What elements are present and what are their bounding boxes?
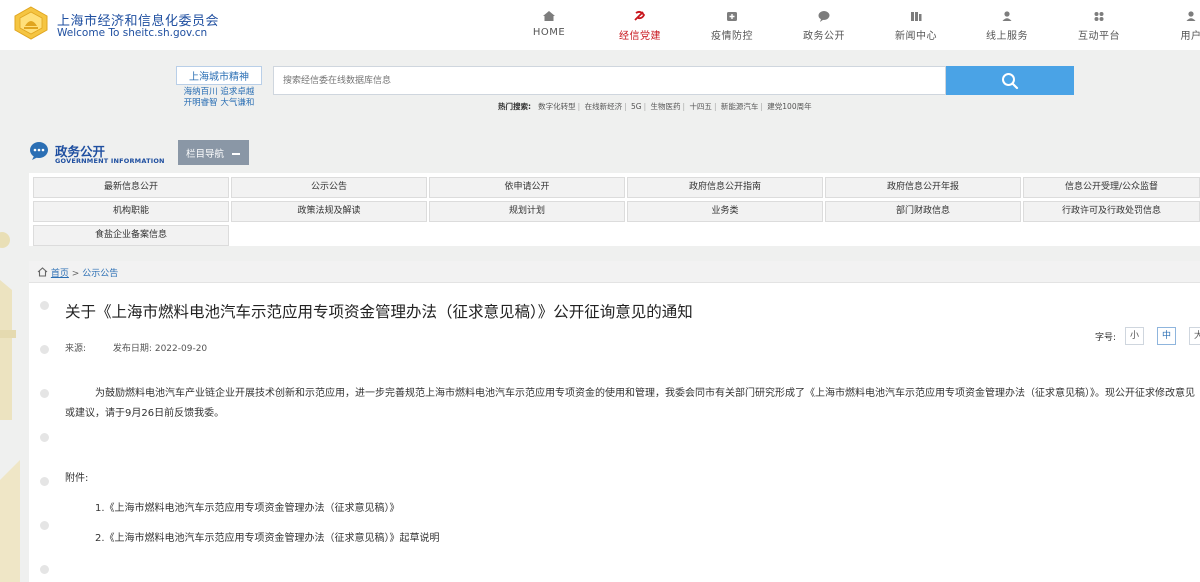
city-spirit-box: 上海城市精神 海纳百川 追求卓越 开明睿智 大气谦和 <box>176 66 262 109</box>
hot-search-term[interactable]: 新能源汽车 <box>721 102 759 111</box>
list-bullet <box>40 301 49 310</box>
nav-party-label: 经信党建 <box>619 31 661 42</box>
home-icon <box>543 11 555 21</box>
nav-user-label: 用户 <box>1180 31 1200 42</box>
nav-interaction[interactable]: 互动平台 <box>1064 9 1134 42</box>
article-meta: 来源: 发布日期: 2022-09-20 <box>65 341 207 354</box>
column-nav-label: 栏目导航 <box>186 148 225 160</box>
article-title: 关于《上海市燃料电池汽车示范应用专项资金管理办法（征求意见稿）》公开征询意见的通… <box>65 303 693 321</box>
breadcrumb-current[interactable]: 公示公告 <box>82 269 118 279</box>
column-nav-button[interactable]: 栏目导航 <box>178 140 249 165</box>
menu-item[interactable]: 公示公告 <box>231 177 427 198</box>
menu-item[interactable]: 业务类 <box>627 201 823 222</box>
font-size-medium-button[interactable]: 中 <box>1157 327 1176 345</box>
menu-item[interactable]: 机构职能 <box>33 201 229 222</box>
section-subtitle: GOVERNMENT INFORMATION <box>55 157 165 165</box>
font-size-label: 字号: <box>1095 333 1117 343</box>
city-spirit-line2: 开明睿智 大气谦和 <box>183 98 255 108</box>
menu-item[interactable]: 依申请公开 <box>429 177 625 198</box>
nav-home[interactable]: HOME <box>514 9 584 38</box>
hot-search-term[interactable]: 数字化转型 <box>538 102 576 111</box>
nav-online-service-label: 线上服务 <box>986 31 1028 42</box>
user-service-icon <box>1002 11 1012 21</box>
list-bullet <box>40 477 49 486</box>
attachment-link[interactable]: 2.《上海市燃料电池汽车示范应用专项资金管理办法（征求意见稿）》起草说明 <box>95 529 440 544</box>
source-label: 来源: <box>65 344 87 354</box>
speech-bubble-icon <box>818 11 830 22</box>
font-size-large-button[interactable]: 大 <box>1189 327 1200 345</box>
hot-search-term[interactable]: 十四五 <box>689 102 712 111</box>
nav-epidemic[interactable]: 疫情防控 <box>697 9 767 42</box>
nav-news-label: 新闻中心 <box>895 31 937 42</box>
top-bar: 上海市经济和信息化委员会 Welcome To sheitc.sh.gov.cn… <box>0 0 1200 50</box>
hot-search-term[interactable]: 生物医药 <box>651 102 681 111</box>
nav-user[interactable]: 用户 <box>1156 9 1200 42</box>
date-label: 发布日期: <box>112 344 152 354</box>
list-bullet <box>40 389 49 398</box>
collapse-icon <box>232 153 241 155</box>
article-panel: 首页 > 公示公告 关于《上海市燃料电池汽车示范应用专项资金管理办法（征求意见稿… <box>29 261 1200 582</box>
home-icon <box>37 267 48 277</box>
list-bullet <box>40 345 49 354</box>
hot-search-term[interactable]: 建党100周年 <box>767 102 811 111</box>
list-bullet <box>40 521 49 530</box>
menu-item[interactable]: 部门财政信息 <box>825 201 1021 222</box>
welcome-text: Welcome To sheitc.sh.gov.cn <box>57 27 208 39</box>
nav-online-service[interactable]: 线上服务 <box>972 9 1042 42</box>
menu-item[interactable]: 信息公开受理/公众监督 <box>1023 177 1200 198</box>
list-bullet <box>40 565 49 574</box>
news-icon <box>911 12 922 21</box>
nav-news[interactable]: 新闻中心 <box>881 9 951 42</box>
medical-kit-icon <box>727 12 737 21</box>
menu-item[interactable]: 食盐企业备案信息 <box>33 225 229 246</box>
menu-item[interactable]: 行政许可及行政处罚信息 <box>1023 201 1200 222</box>
menu-item[interactable]: 政府信息公开指南 <box>627 177 823 198</box>
party-emblem-icon <box>634 10 646 21</box>
breadcrumb: 首页 > 公示公告 <box>37 266 118 279</box>
menu-item[interactable]: 政策法规及解读 <box>231 201 427 222</box>
menu-item[interactable]: 政府信息公开年报 <box>825 177 1021 198</box>
publish-date: 2022-09-20 <box>154 344 208 354</box>
attachment-link[interactable]: 1.《上海市燃料电池汽车示范应用专项资金管理办法（征求意见稿）》 <box>95 499 400 514</box>
city-emblem-icon[interactable] <box>13 6 49 40</box>
city-spirit-line1: 海纳百川 追求卓越 <box>183 87 255 97</box>
search-button[interactable] <box>946 66 1074 95</box>
font-size-small-button[interactable]: 小 <box>1125 327 1144 345</box>
nav-gov-affairs-label: 政务公开 <box>803 31 845 42</box>
search-input[interactable] <box>274 67 945 94</box>
gov-info-icon <box>30 142 48 160</box>
hot-search-term[interactable]: 5G <box>631 102 642 111</box>
nav-home-label: HOME <box>532 27 566 38</box>
menu-item[interactable]: 最新信息公开 <box>33 177 229 198</box>
hot-search-label: 热门搜索: <box>498 102 531 111</box>
breadcrumb-bar: 首页 > 公示公告 <box>29 261 1200 283</box>
hot-search: 热门搜索: 数字化转型 | 在线新经济 | 5G | 生物医药 | 十四五 | 新能源汽车… <box>498 102 812 111</box>
hot-search-term[interactable]: 在线新经济 <box>585 102 623 111</box>
background-decoration <box>0 232 20 582</box>
nav-epidemic-label: 疫情防控 <box>711 31 753 42</box>
breadcrumb-home-link[interactable]: 首页 <box>51 269 69 279</box>
list-bullet <box>40 433 49 442</box>
column-menu: 最新信息公开 公示公告 依申请公开 政府信息公开指南 政府信息公开年报 信息公开… <box>29 173 1200 246</box>
article-body: 为鼓励燃料电池汽车产业链企业开展技术创新和示范应用，进一步完善规范上海市燃料电池… <box>65 388 1195 419</box>
nav-gov-affairs[interactable]: 政务公开 <box>789 9 859 42</box>
menu-item[interactable]: 规划计划 <box>429 201 625 222</box>
nav-interaction-label: 互动平台 <box>1078 31 1120 42</box>
city-spirit-title: 上海城市精神 <box>176 66 262 85</box>
attachments-label: 附件: <box>65 473 89 484</box>
search-icon <box>1002 72 1019 89</box>
interaction-icon <box>1094 12 1104 21</box>
nav-party[interactable]: 经信党建 <box>605 9 675 42</box>
user-icon <box>1186 11 1196 21</box>
search-box <box>273 66 946 95</box>
breadcrumb-separator: > <box>71 269 80 279</box>
